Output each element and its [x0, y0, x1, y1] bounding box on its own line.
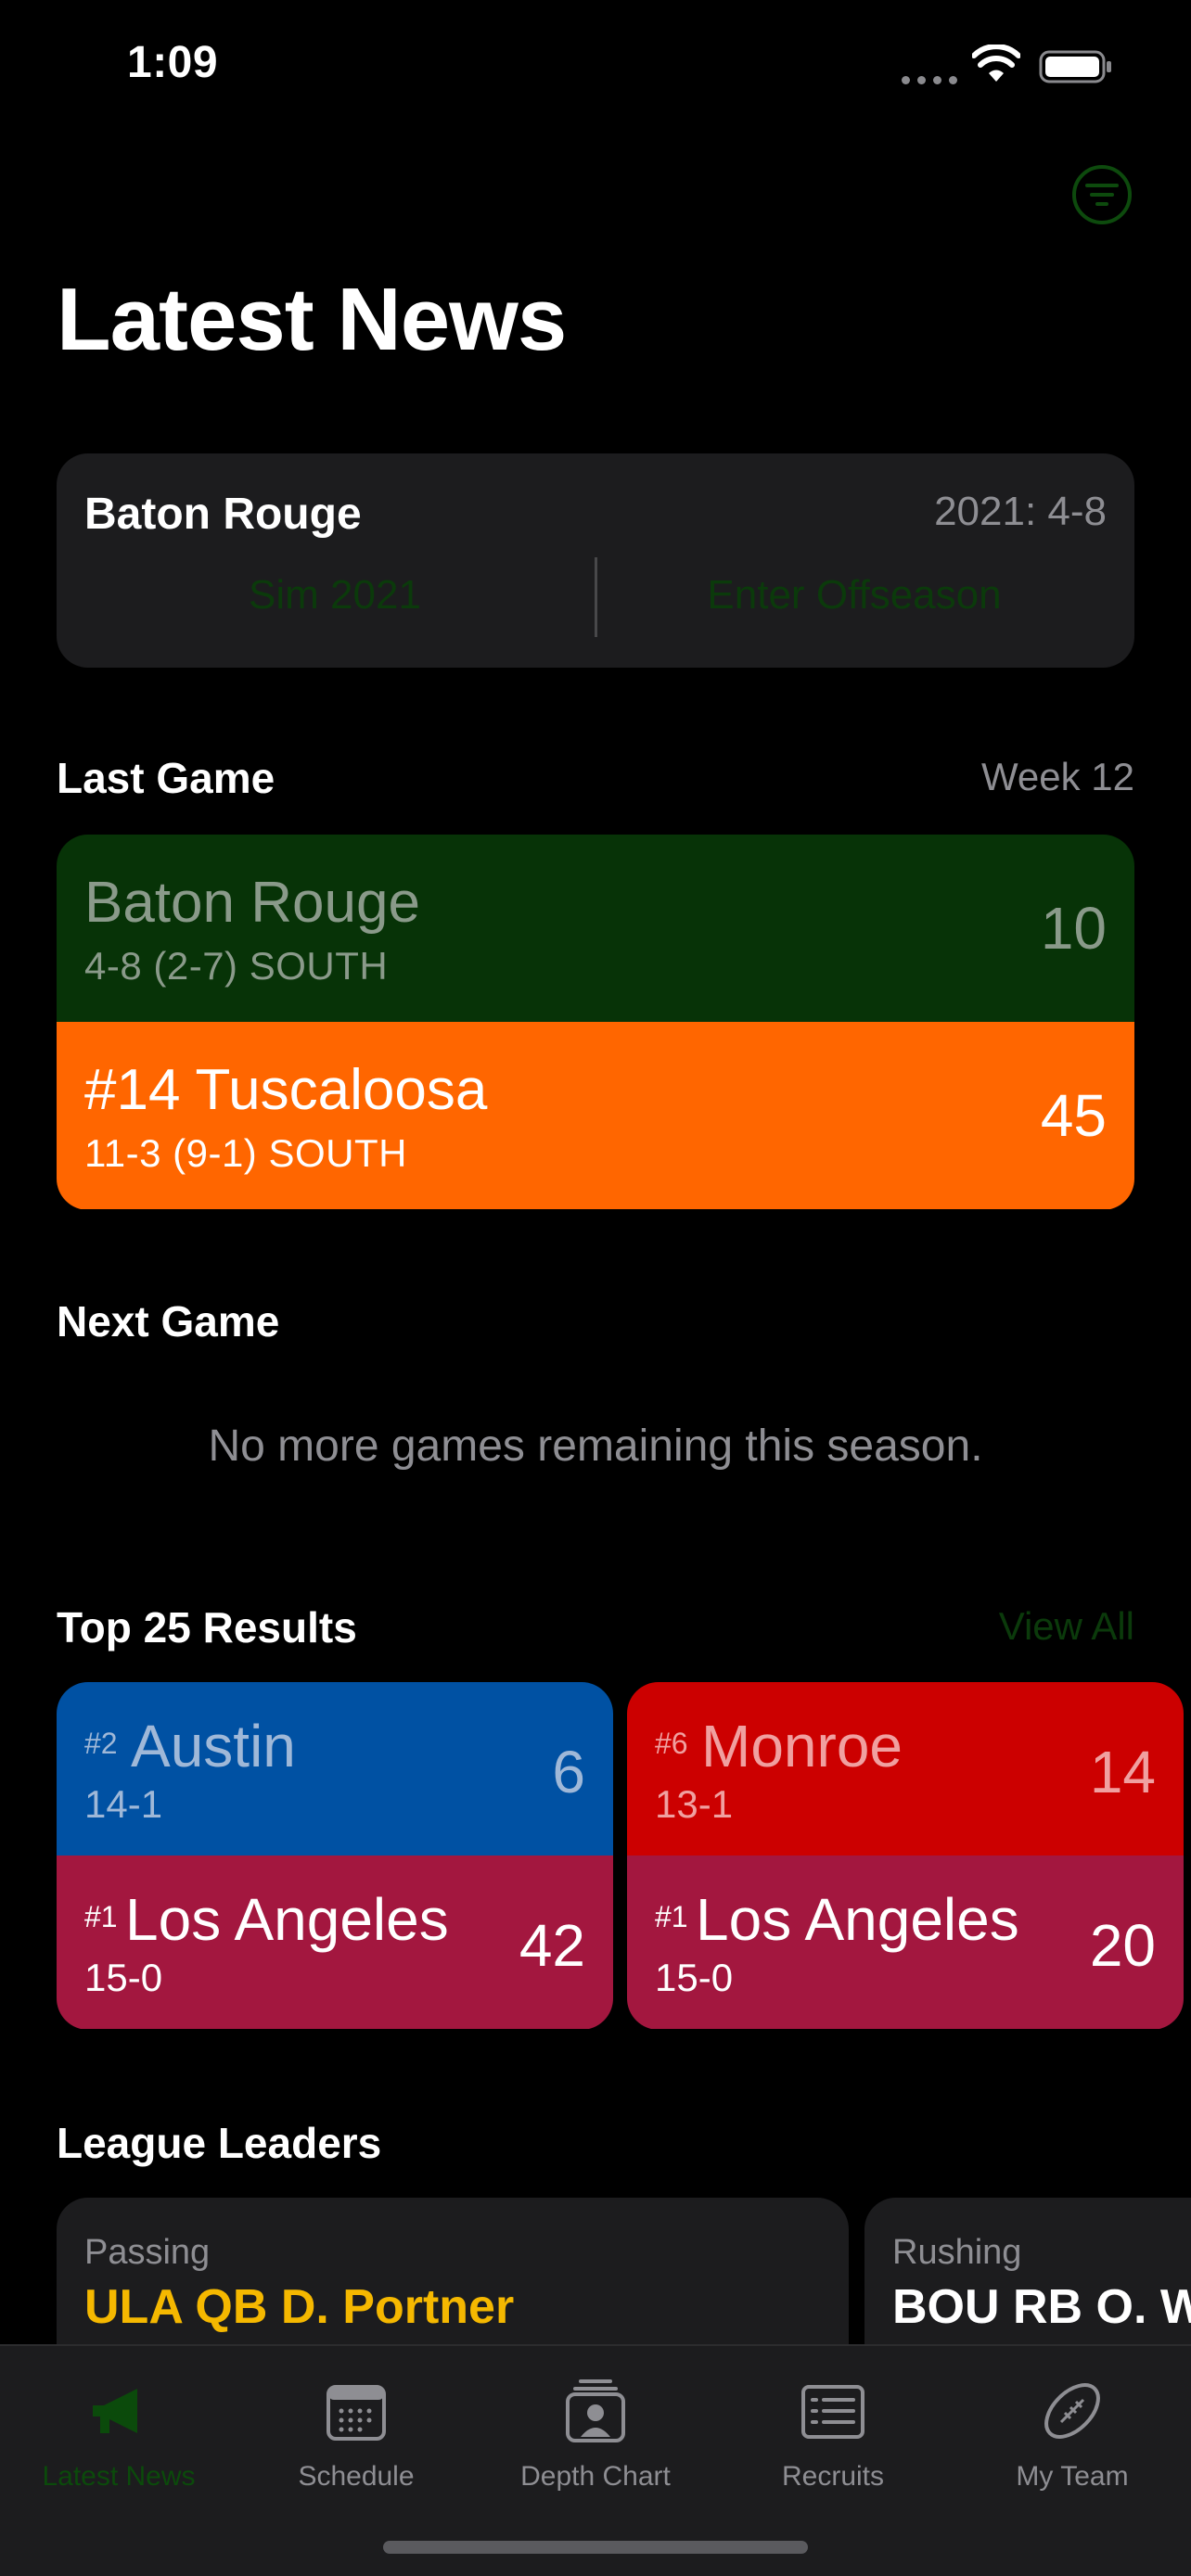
tab-label: Schedule: [298, 2461, 415, 2492]
away-team-row: Baton Rouge 4-8 (2-7) SOUTH 10: [57, 835, 1134, 1022]
last-game-card[interactable]: Baton Rouge 4-8 (2-7) SOUTH 10 #14 Tusca…: [57, 835, 1134, 1210]
top25-team-row: #2 Austin 14-1 6: [57, 1682, 613, 1855]
top25-team-row: #1 Los Angeles 15-0 42: [57, 1855, 613, 2029]
top25-title: Top 25 Results: [57, 1603, 357, 1651]
next-game-title: Next Game: [57, 1297, 280, 1345]
team-rank: #2: [84, 1727, 118, 1760]
top25-game-card[interactable]: #6 Monroe 13-1 14 #1 Los Angeles 15-0 20: [627, 1682, 1184, 2030]
team-rank: #6: [655, 1727, 688, 1760]
leader-category: Rushing: [892, 2233, 1022, 2272]
tab-schedule[interactable]: Schedule: [263, 2374, 449, 2493]
team-record: 15-0: [84, 1956, 163, 1999]
leader-category: Passing: [84, 2233, 211, 2272]
wifi-icon: [972, 45, 1020, 82]
sim-season-button[interactable]: Sim 2021: [84, 572, 585, 618]
team-record: 13-1: [655, 1782, 734, 1826]
home-team-record: 11-3 (9-1) SOUTH: [84, 1131, 407, 1175]
top25-team-row: #6 Monroe 13-1 14: [627, 1682, 1184, 1855]
football-icon: [1044, 2383, 1100, 2439]
team-record: 15-0: [655, 1956, 734, 1999]
away-team-record: 4-8 (2-7) SOUTH: [84, 944, 389, 988]
team-rank: #1: [84, 1900, 118, 1933]
home-team-score: 45: [1040, 1082, 1107, 1149]
status-bar: 1:09: [0, 0, 1191, 130]
filter-icon: [1085, 184, 1119, 206]
team-name: Monroe: [701, 1713, 903, 1779]
enter-offseason-button[interactable]: Enter Offseason: [604, 572, 1105, 618]
tab-latest-news[interactable]: Latest News: [26, 2374, 211, 2493]
team-score: 20: [1089, 1912, 1156, 1979]
team-name: Austin: [131, 1713, 296, 1779]
leader-name: ULA QB D. Portner: [84, 2280, 515, 2334]
top25-team-row: #1 Los Angeles 15-0 20: [627, 1855, 1184, 2029]
leader-name: BOU RB O. We: [892, 2280, 1191, 2334]
last-game-week: Week 12: [981, 755, 1134, 798]
away-team-score: 10: [1040, 895, 1107, 962]
calendar-icon: [327, 2385, 386, 2441]
team-record: 14-1: [84, 1782, 163, 1826]
team-name: Baton Rouge: [84, 490, 362, 539]
view-all-link[interactable]: View All: [999, 1604, 1134, 1649]
away-team-name: Baton Rouge: [84, 871, 420, 935]
tab-my-team[interactable]: My Team: [980, 2374, 1165, 2493]
signal-icon: [902, 76, 957, 84]
team-score: 6: [552, 1739, 585, 1805]
tab-label: Latest News: [42, 2461, 196, 2492]
home-team-name: #14 Tuscaloosa: [84, 1058, 488, 1122]
megaphone-icon: [93, 2389, 137, 2433]
team-name: Los Angeles: [125, 1886, 449, 1953]
team-score: 14: [1089, 1739, 1156, 1805]
divider: [595, 557, 597, 637]
top25-game-card[interactable]: #2 Austin 14-1 6 #1 Los Angeles 15-0 42: [57, 1682, 613, 2030]
tab-depth-chart[interactable]: Depth Chart: [503, 2374, 688, 2493]
team-rank: #1: [655, 1900, 688, 1933]
team-record: 2021: 4-8: [934, 489, 1107, 534]
status-time: 1:09: [127, 38, 219, 87]
filter-button[interactable]: [1072, 165, 1132, 224]
team-name: Los Angeles: [696, 1886, 1019, 1953]
home-team-row: #14 Tuscaloosa 11-3 (9-1) SOUTH 45: [57, 1022, 1134, 1209]
tab-label: My Team: [1016, 2461, 1129, 2492]
tab-label: Depth Chart: [520, 2461, 671, 2492]
list-icon: [801, 2385, 864, 2439]
team-score: 42: [519, 1912, 585, 1979]
depth-chart-icon: [566, 2379, 625, 2442]
tab-label: Recruits: [781, 2461, 885, 2492]
battery-icon: [1039, 50, 1111, 83]
page-title: Latest News: [57, 270, 567, 369]
last-game-title: Last Game: [57, 754, 275, 802]
home-indicator: [383, 2541, 808, 2554]
tab-recruits[interactable]: Recruits: [740, 2374, 926, 2493]
team-summary-card: Baton Rouge 2021: 4-8 Sim 2021 Enter Off…: [57, 453, 1134, 668]
no-games-message: No more games remaining this season.: [208, 1422, 983, 1471]
league-leaders-title: League Leaders: [57, 2119, 382, 2167]
